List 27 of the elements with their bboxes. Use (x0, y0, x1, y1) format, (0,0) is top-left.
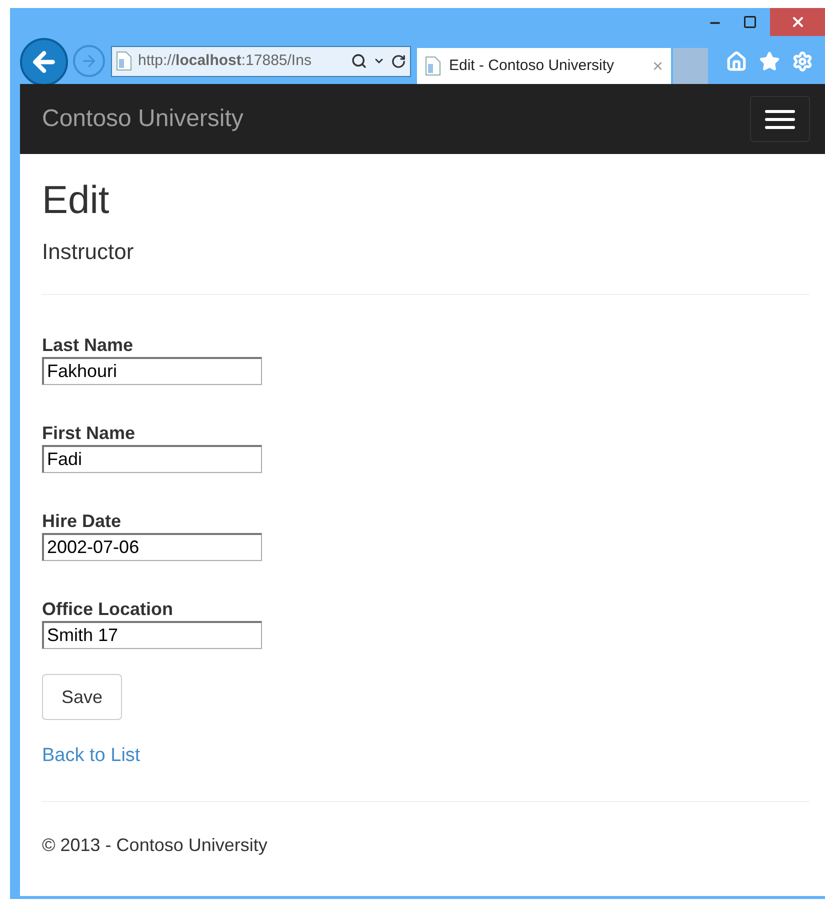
close-button[interactable] (770, 8, 825, 36)
brand-link[interactable]: Contoso University (42, 101, 244, 137)
input-field[interactable]: Fadi (42, 445, 262, 473)
page-icon (116, 51, 132, 71)
input-field[interactable]: Fakhouri (42, 357, 262, 385)
tab-title: Edit - Contoso University (449, 56, 616, 76)
page-subtitle: Instructor (42, 238, 135, 266)
field-label: First Name (42, 422, 136, 445)
page-icon (425, 56, 441, 76)
input-field[interactable]: Smith 17 (42, 621, 262, 649)
page-title: Edit (42, 178, 110, 224)
input-field[interactable]: 2002-07-06 (42, 533, 262, 561)
refresh-icon[interactable] (391, 54, 406, 68)
maximize-icon (743, 15, 757, 29)
address-bar[interactable]: http://localhost:17885/Ins (111, 46, 411, 76)
field-label: Last Name (42, 334, 134, 357)
browser-tab[interactable]: Edit - Contoso University × (417, 48, 671, 84)
back-button[interactable] (20, 38, 68, 86)
search-icon[interactable] (351, 53, 367, 69)
address-text: http://localhost:17885/Ins (138, 50, 312, 71)
forward-arrow-icon (80, 52, 98, 70)
field-label: Office Location (42, 598, 174, 621)
save-button[interactable]: Save (42, 674, 122, 720)
back-to-list-link[interactable]: Back to List (42, 742, 140, 770)
footer-text: © 2013 - Contoso University (42, 834, 268, 857)
field-label: Hire Date (42, 510, 122, 533)
menu-button[interactable] (750, 96, 810, 142)
